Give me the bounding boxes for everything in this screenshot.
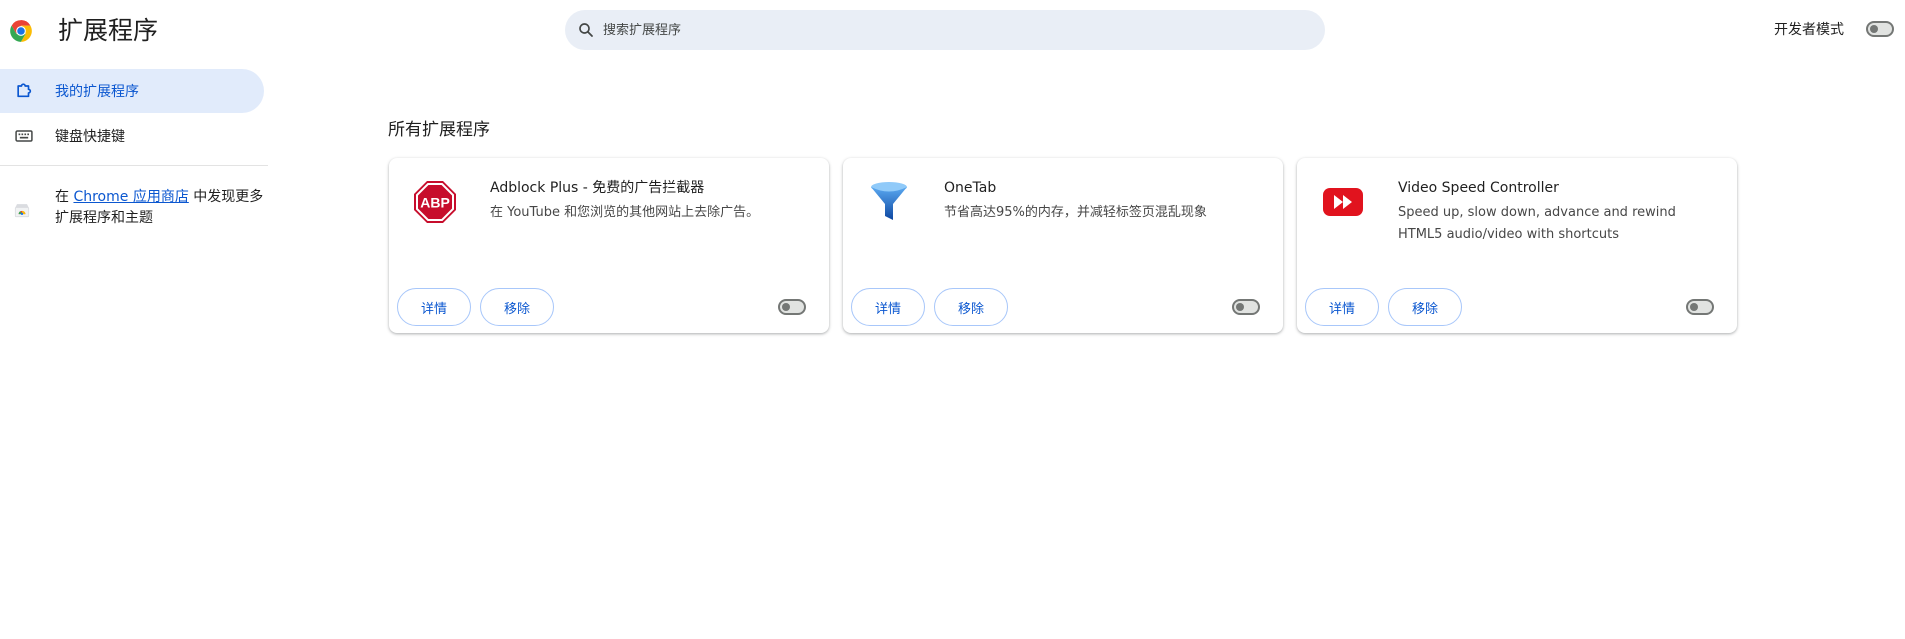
- extension-description: 节省高达95%的内存，并减轻标签页混乱现象: [944, 205, 1207, 220]
- toggle-knob: [1690, 303, 1698, 311]
- extension-description: 在 YouTube 和您浏览的其他网站上去除广告。: [490, 205, 760, 220]
- puzzle-piece-icon: [17, 83, 32, 98]
- details-button[interactable]: 详情: [1305, 288, 1379, 326]
- extension-card-onetab: OneTab 节省高达95%的内存，并减轻标签页混乱现象 详情 移除: [843, 158, 1283, 333]
- remove-button[interactable]: 移除: [934, 288, 1008, 326]
- svg-text:ABP: ABP: [420, 195, 450, 211]
- remove-button[interactable]: 移除: [1388, 288, 1462, 326]
- onetab-funnel-icon: [871, 182, 907, 220]
- search-input[interactable]: [603, 22, 1303, 38]
- search-bar[interactable]: [565, 10, 1325, 50]
- sidebar-divider: [0, 165, 268, 166]
- extension-enable-toggle[interactable]: [1232, 299, 1260, 315]
- remove-button[interactable]: 移除: [480, 288, 554, 326]
- sidebar-item-label: 键盘快捷键: [55, 129, 125, 145]
- sidebar-item-keyboard-shortcuts[interactable]: 键盘快捷键: [0, 114, 264, 158]
- video-speed-controller-icon: [1323, 188, 1363, 216]
- extension-name: Adblock Plus - 免费的广告拦截器: [490, 180, 705, 196]
- toggle-knob: [782, 303, 790, 311]
- adblock-plus-icon: ABP: [414, 181, 456, 223]
- extension-name: OneTab: [944, 180, 997, 196]
- extensions-page: 扩展程序 开发者模式 我的扩展程序 键盘快捷键: [0, 0, 1905, 639]
- chrome-web-store-link[interactable]: Chrome 应用商店: [73, 189, 188, 205]
- web-store-promo: 在 Chrome 应用商店 中发现更多扩展程序和主题: [55, 187, 265, 229]
- keyboard-icon: [15, 130, 33, 142]
- search-icon: [579, 23, 593, 37]
- extension-card-video-speed-controller: Video Speed Controller Speed up, slow do…: [1297, 158, 1737, 333]
- extension-card-adblock-plus: ABP Adblock Plus - 免费的广告拦截器 在 YouTube 和您…: [389, 158, 829, 333]
- sidebar-item-label: 我的扩展程序: [55, 84, 139, 100]
- extension-enable-toggle[interactable]: [778, 299, 806, 315]
- page-title: 扩展程序: [58, 16, 159, 45]
- chrome-web-store-icon: [14, 204, 30, 218]
- chrome-logo-icon: [10, 20, 32, 42]
- developer-mode-toggle[interactable]: [1866, 21, 1894, 37]
- toggle-knob: [1870, 25, 1878, 33]
- extension-name: Video Speed Controller: [1398, 180, 1559, 196]
- developer-mode-label: 开发者模式: [1774, 22, 1844, 38]
- extension-description: Speed up, slow down, advance and rewind …: [1398, 205, 1676, 242]
- extension-enable-toggle[interactable]: [1686, 299, 1714, 315]
- toggle-knob: [1236, 303, 1244, 311]
- sidebar-item-my-extensions[interactable]: 我的扩展程序: [0, 69, 264, 113]
- web-store-prefix: 在: [55, 189, 74, 205]
- details-button[interactable]: 详情: [851, 288, 925, 326]
- section-title: 所有扩展程序: [388, 120, 490, 140]
- details-button[interactable]: 详情: [397, 288, 471, 326]
